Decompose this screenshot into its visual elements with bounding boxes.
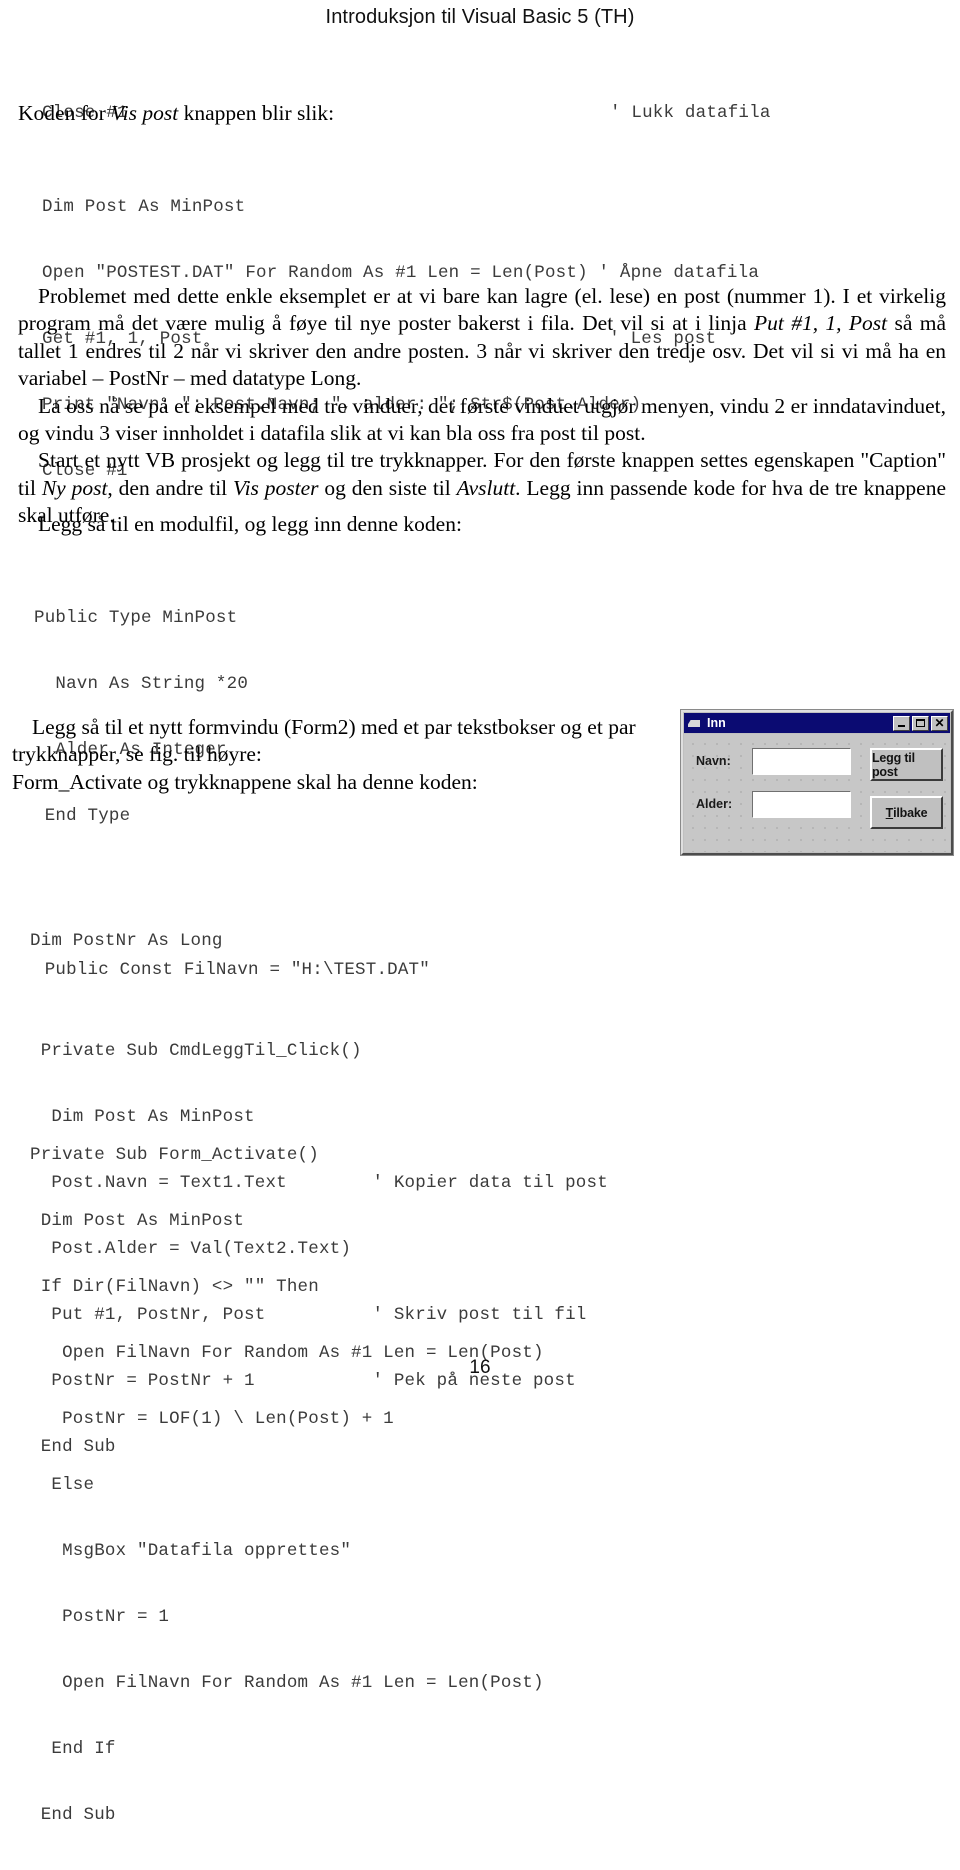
close-glyph: ✕	[934, 716, 945, 730]
lead-1-before: Koden for	[18, 101, 112, 125]
code-line: Private Sub CmdLeggTil_Click()	[30, 1041, 362, 1061]
page-number: 16	[469, 1357, 491, 1378]
para-1-italic-put: Put #1, 1, Post	[754, 311, 888, 336]
vb-form-icon	[688, 717, 702, 729]
body-paragraphs-upper: Problemet med dette enkle eksemplet er a…	[18, 283, 946, 530]
minimize-icon[interactable]	[893, 715, 910, 731]
code-line: Dim Post As MinPost	[42, 197, 246, 217]
code-line: If Dir(FilNavn) <> "" Then	[30, 1277, 319, 1297]
vb-button-legg-til-post[interactable]: Legg til post	[870, 748, 943, 781]
code-line: Private Sub Form_Activate()	[30, 1145, 319, 1165]
code-line: End If	[30, 1739, 116, 1759]
para-3-b: , den andre til	[107, 475, 234, 500]
paragraph-la-oss: La oss nå se på et eksempel med tre vind…	[18, 393, 946, 446]
code-line: PostNr = LOF(1) \ Len(Post) + 1	[30, 1409, 394, 1429]
code-block-form-activate: Private Sub Form_Activate() Dim Post As …	[30, 1100, 670, 1870]
code-line: Dim Post As MinPost	[30, 1211, 245, 1231]
para-3-italic-ny-post: Ny post	[41, 475, 108, 500]
paragraph-form-activate: Form_Activate og trykknappene skal ha de…	[12, 769, 478, 794]
document-page: Introduksjon til Visual Basic 5 (TH) Clo…	[0, 0, 960, 1825]
vb-textbox-navn[interactable]	[752, 748, 851, 775]
code-line: Public Type MinPost	[34, 608, 238, 628]
close-icon[interactable]: ✕	[931, 715, 948, 731]
vb-button-tilbake-rest: ilbake	[893, 805, 928, 820]
vb-form-system-buttons: ✕	[893, 715, 948, 731]
code-line: Navn As String *20	[34, 674, 249, 694]
paragraph-problemet: Problemet med dette enkle eksemplet er a…	[18, 283, 946, 393]
vb-form-canvas[interactable]: Navn: Alder: Legg til post Tilbake	[684, 734, 950, 852]
code-line: MsgBox "Datafila opprettes"	[30, 1541, 352, 1561]
vb-label-alder: Alder:	[696, 797, 733, 811]
vb-button-tilbake-accelerator: T	[885, 805, 894, 820]
code-line: End Sub	[30, 1805, 116, 1825]
vb-button-tilbake[interactable]: Tilbake	[870, 796, 943, 829]
code-line: Dim PostNr As Long	[30, 931, 223, 951]
code-line: End Type	[34, 806, 131, 826]
code-line: Open "POSTEST.DAT" For Random As #1 Len …	[42, 263, 760, 283]
vb-form-title: Inn	[707, 716, 726, 730]
vb-textbox-alder[interactable]	[752, 791, 851, 818]
paragraph-formvindu: Legg så til et nytt formvindu (Form2) me…	[12, 715, 636, 767]
code-line: Open FilNavn For Random As #1 Len = Len(…	[30, 1673, 544, 1693]
lead-1-italic: Vis post	[111, 101, 179, 125]
lead-in-vis-post: Koden for Vis post knappen blir slik:	[18, 100, 938, 127]
para-3-c: og den siste til	[318, 475, 457, 500]
para-3-italic-vis-poster: Vis poster	[233, 475, 319, 500]
para-3-italic-avslutt: Avslutt	[456, 475, 516, 500]
vb-form-designer-window[interactable]: Inn ✕ Navn: Alder: Legg til post Tilbake	[681, 710, 953, 855]
maximize-icon[interactable]	[912, 715, 929, 731]
body-paragraphs-lower: Legg så til et nytt formvindu (Form2) me…	[12, 714, 662, 796]
lead-in-modulfil: Legg så til en modulfil, og legg inn den…	[38, 512, 462, 536]
lead-1-after: knappen blir slik:	[178, 101, 335, 125]
vb-label-navn: Navn:	[696, 754, 731, 768]
code-line: PostNr = 1	[30, 1607, 170, 1627]
code-line: Else	[30, 1475, 95, 1495]
vb-form-titlebar[interactable]: Inn ✕	[684, 713, 950, 733]
page-header-title: Introduksjon til Visual Basic 5 (TH)	[325, 6, 635, 28]
